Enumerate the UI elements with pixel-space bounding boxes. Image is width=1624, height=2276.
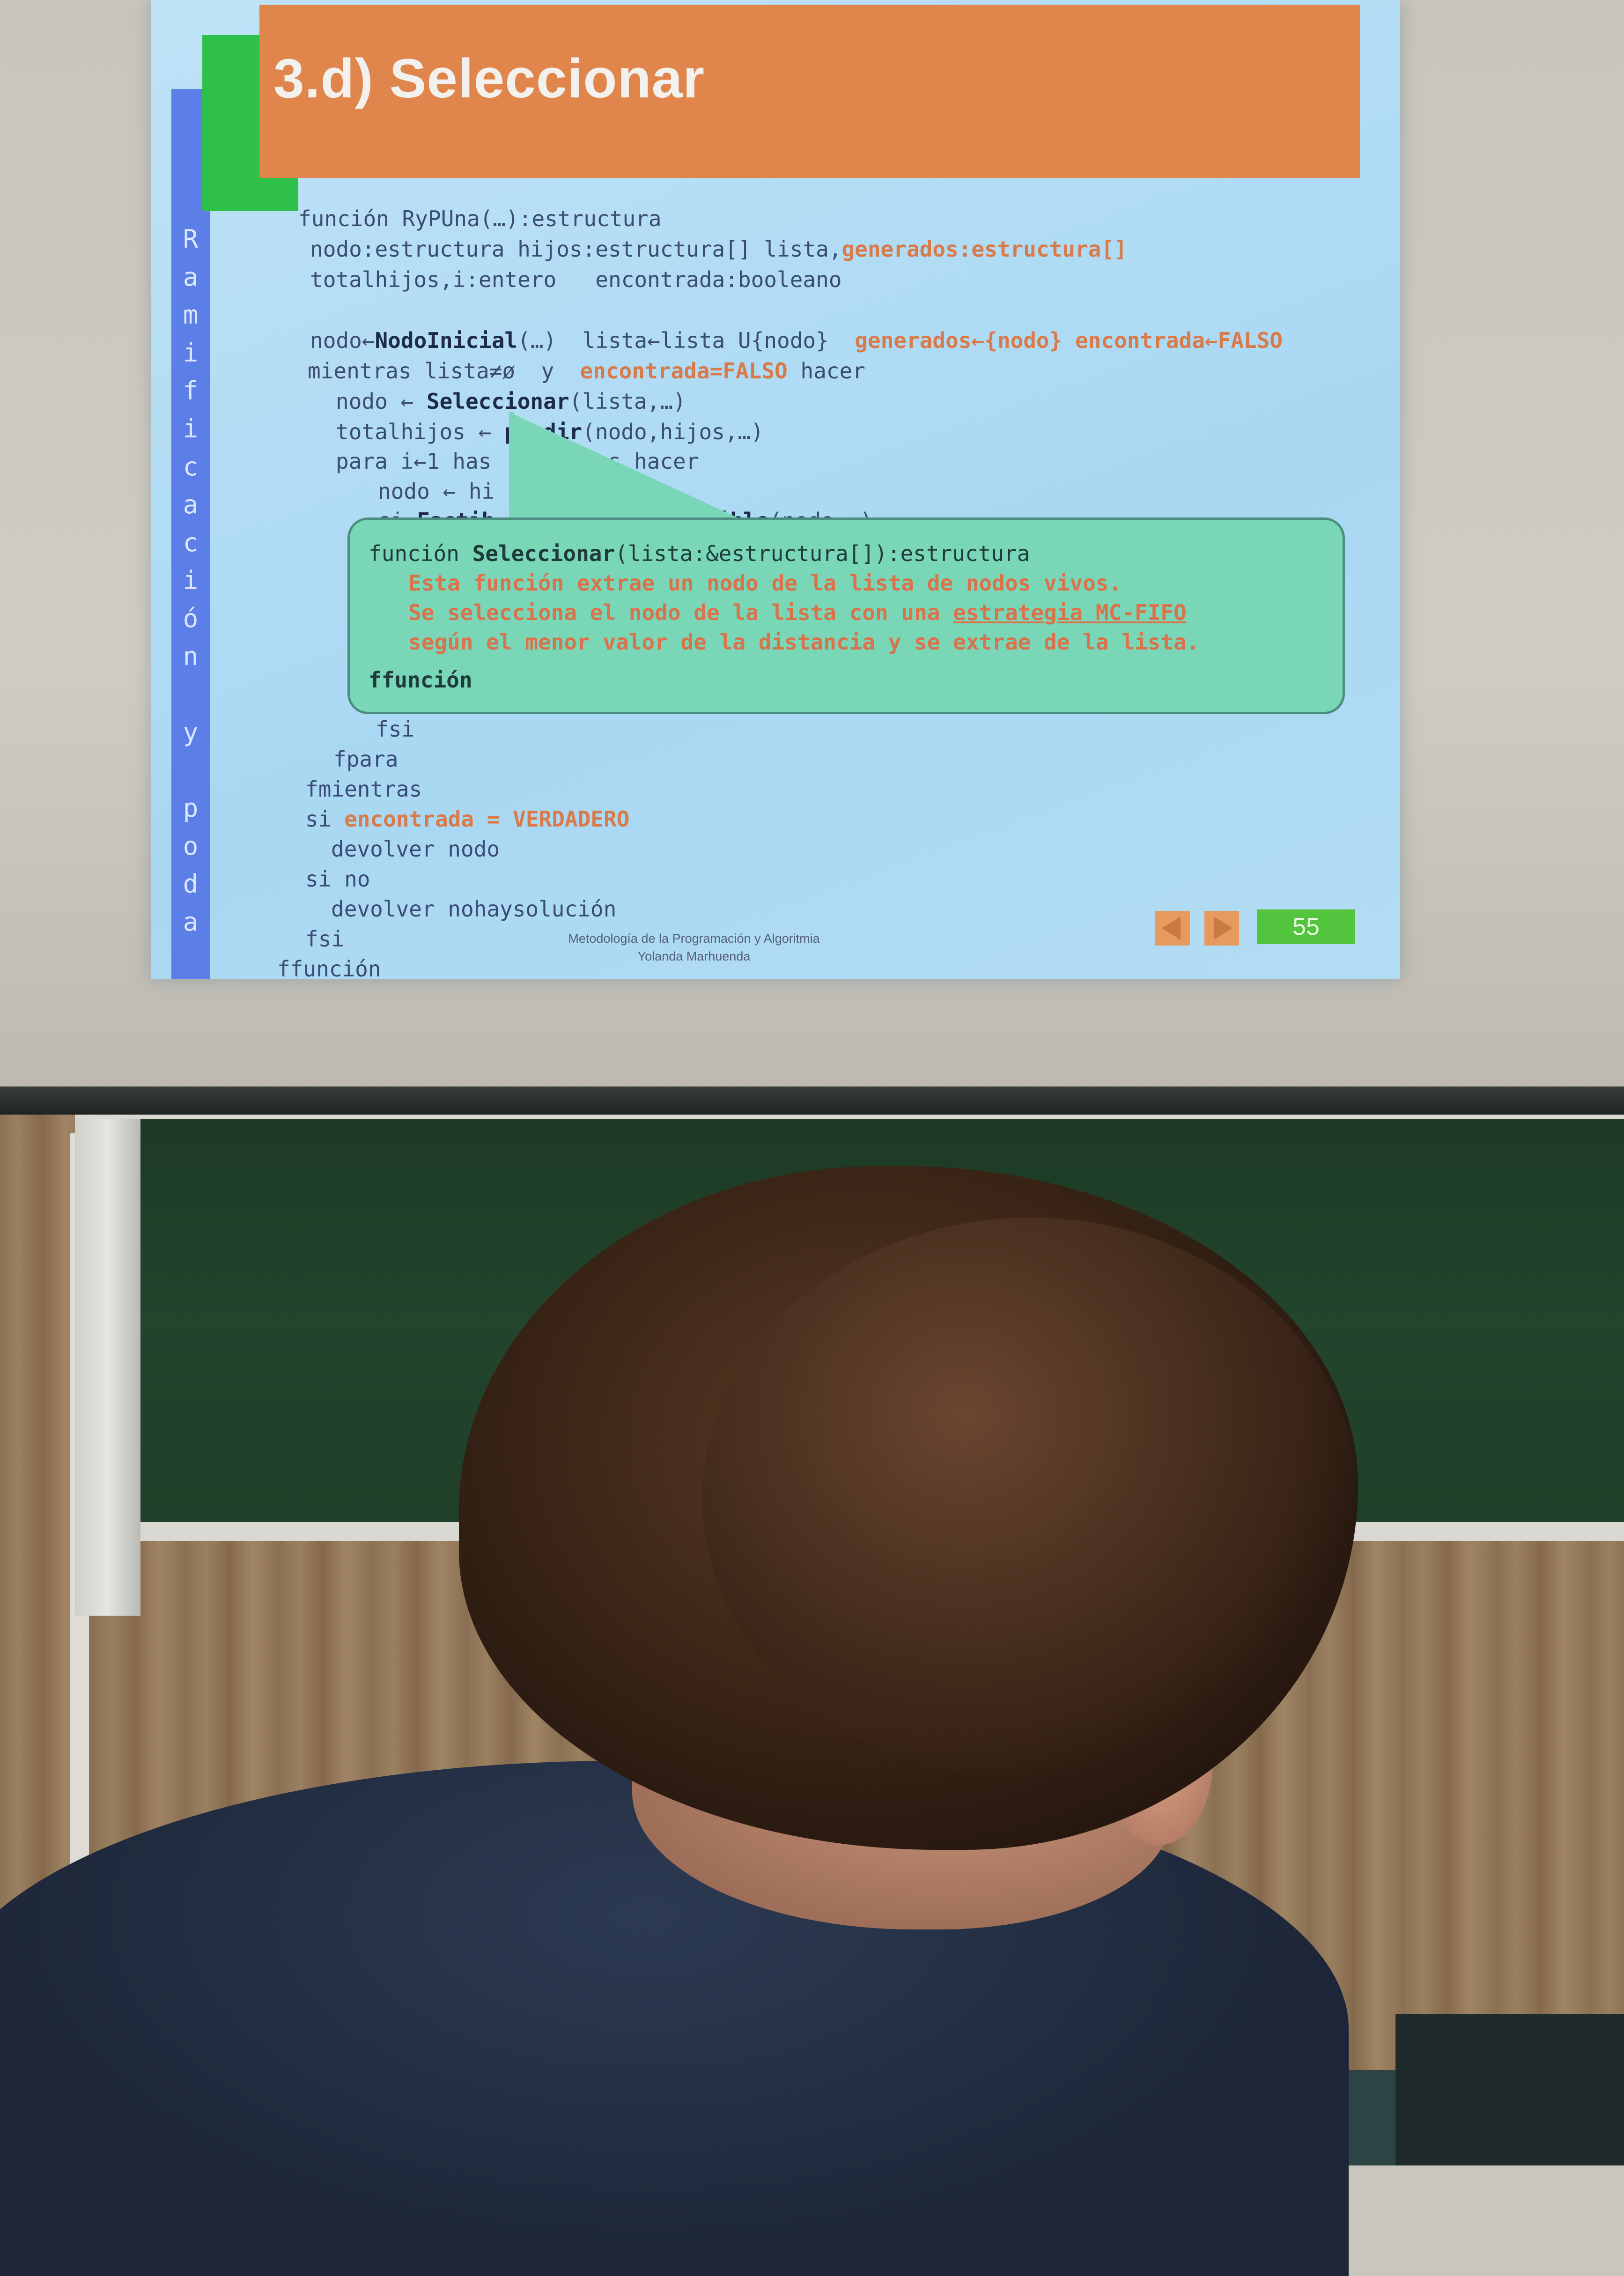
callout-pointer (509, 412, 753, 525)
code-line: totalhijos,i:entero encontrada:booleano (310, 267, 842, 292)
code-line: fsi (305, 926, 345, 952)
projected-slide: R a m i f i c a c i ó n y p o d a 3.d) S… (151, 0, 1400, 979)
code-line: fmientras (305, 776, 422, 802)
triangle-left-icon (1162, 916, 1181, 940)
callout-line: según el menor valor de la distancia y s… (408, 629, 1200, 655)
footer-course: Metodología de la Programación y Algorit… (568, 931, 820, 946)
footer-author: Yolanda Marhuenda (637, 949, 751, 963)
code-line: nodo ← hi (378, 479, 495, 504)
code-line: fsi (376, 717, 415, 742)
code-line: si encontrada = VERDADERO (305, 806, 630, 832)
next-slide-button[interactable] (1204, 911, 1239, 946)
slide-page-number: 55 (1257, 909, 1355, 944)
code-line: devolver nodo (331, 836, 500, 862)
callout-line: función Seleccionar(lista:&estructura[])… (369, 541, 1030, 566)
projector-screen-bar (0, 1086, 1624, 1115)
code-line: nodo←NodoInicial(…) lista←lista U{nodo} … (310, 328, 1283, 353)
triangle-right-icon (1214, 916, 1233, 940)
callout-line: Se selecciona el nodo de la lista con un… (408, 600, 1187, 625)
code-line: devolver nohaysolución (331, 896, 617, 922)
blackboard-post (75, 1119, 140, 1616)
code-line: función RyPUna(…):estructura (298, 206, 662, 231)
person-hair-highlight (702, 1218, 1358, 1780)
code-line: nodo:estructura hijos:estructura[] lista… (310, 236, 1127, 262)
slide-footer: Metodología de la Programación y Algorit… (460, 930, 928, 965)
code-line: fpara (333, 746, 399, 772)
code-line: ffunción (277, 956, 381, 979)
slide-title: 3.d) Seleccionar (273, 48, 705, 110)
code-line: mientras lista≠ø y encontrada=FALSO hace… (308, 358, 865, 384)
slide-side-vertical-text: R a m i f i c a c i ó n y p o d a (183, 224, 199, 937)
prev-slide-button[interactable] (1155, 911, 1190, 946)
desk (1395, 2014, 1624, 2165)
callout-line: Esta función extrae un nodo de la lista … (408, 570, 1122, 596)
code-line: nodo ← Seleccionar(lista,…) (336, 389, 686, 414)
callout-line: ffunción (369, 667, 472, 693)
code-line: si no (305, 866, 370, 892)
